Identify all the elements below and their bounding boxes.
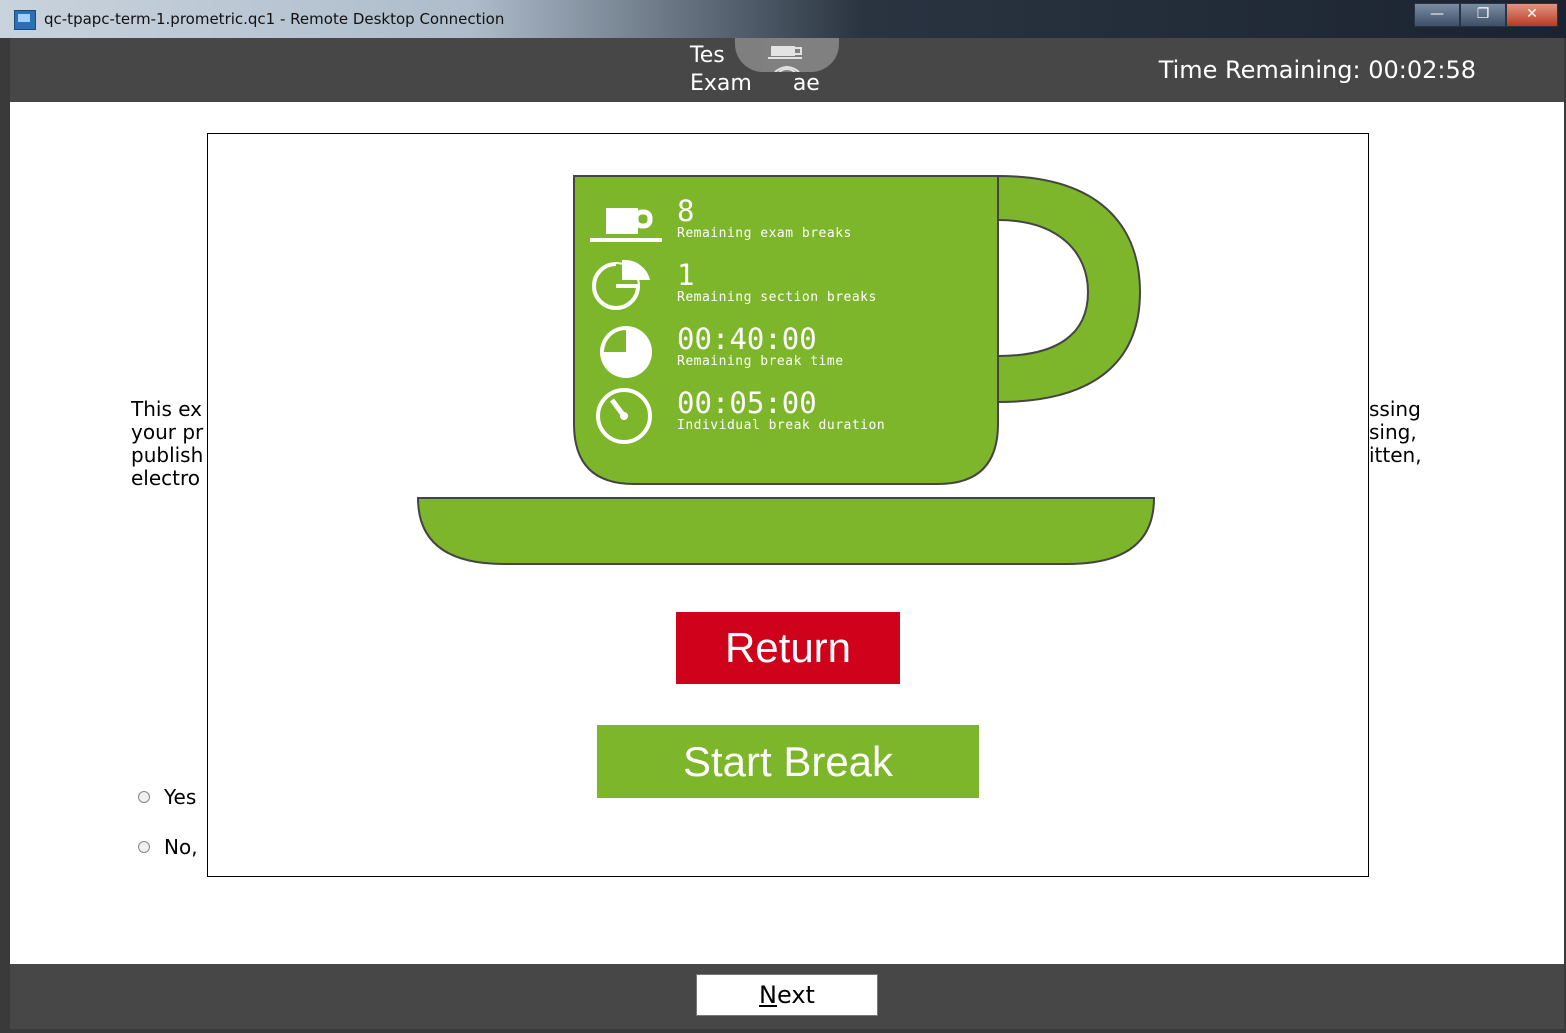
start-break-button[interactable]: Start Break xyxy=(597,725,979,798)
stat-section-breaks: 1 Remaining section breaks xyxy=(677,260,877,306)
question-text-left: This ex your pr publish electro xyxy=(131,398,203,490)
stat-individual-break-duration: 00:05:00 Individual break duration xyxy=(677,388,885,434)
question-line: electro xyxy=(131,466,201,490)
question-line: itten, xyxy=(1369,443,1422,467)
option-yes[interactable]: Yes xyxy=(138,785,196,809)
exam-title-line2-text: Exam xyxy=(690,71,759,96)
pie-chart-icon xyxy=(592,259,650,310)
exam-footer: Next xyxy=(10,964,1564,1029)
window-titlebar[interactable]: qc-tpapc-term-1.prometric.qc1 - Remote D… xyxy=(0,0,1566,38)
question-line: ssing xyxy=(1369,397,1421,421)
question-line: This ex xyxy=(131,397,203,421)
rdp-connection-tab[interactable] xyxy=(735,38,839,72)
stat-label: Remaining break time xyxy=(677,354,844,369)
stat-value: 00:40:00 xyxy=(677,322,817,356)
radio-button[interactable] xyxy=(138,791,150,803)
cup-icon xyxy=(768,46,802,72)
stat-value: 00:05:00 xyxy=(677,386,817,420)
stat-exam-breaks: 8 Remaining exam breaks xyxy=(677,196,852,242)
question-line: publish xyxy=(131,443,204,467)
window-controls: — ❐ ✕ xyxy=(1414,3,1558,27)
stat-value: 1 xyxy=(677,258,695,292)
maximize-button[interactable]: ❐ xyxy=(1460,3,1506,27)
cup-icon xyxy=(590,208,662,242)
stat-value: 8 xyxy=(677,194,695,228)
stat-remaining-break-time: 00:40:00 Remaining break time xyxy=(677,324,844,370)
stat-label: Remaining exam breaks xyxy=(677,226,852,241)
close-button[interactable]: ✕ xyxy=(1506,3,1558,27)
stat-label: Remaining section breaks xyxy=(677,290,877,305)
radio-button[interactable] xyxy=(138,841,150,853)
exam-title-line2: Exam ae xyxy=(690,70,820,98)
option-label: No, xyxy=(164,835,198,859)
next-button[interactable]: Next xyxy=(696,974,878,1016)
stopwatch-icon xyxy=(596,388,652,444)
remote-desktop-window: qc-tpapc-term-1.prometric.qc1 - Remote D… xyxy=(0,0,1566,1033)
question-text-right: ssing sing, itten, xyxy=(1369,398,1422,467)
option-label: Yes xyxy=(164,785,197,809)
time-remaining: Time Remaining: 00:02:58 xyxy=(1158,56,1476,84)
exam-title-line2-suffix: ae xyxy=(792,71,820,96)
stat-label: Individual break duration xyxy=(677,418,886,433)
next-label: ext xyxy=(776,981,815,1009)
clock-icon xyxy=(600,326,652,378)
window-title: qc-tpapc-term-1.prometric.qc1 - Remote D… xyxy=(44,10,505,28)
return-button[interactable]: Return xyxy=(676,612,900,684)
remote-desktop-icon xyxy=(14,10,36,30)
minimize-button[interactable]: — xyxy=(1414,3,1460,27)
option-no[interactable]: No, xyxy=(138,835,198,859)
next-label-mnemonic: N xyxy=(759,981,777,1009)
break-dialog: 8 Remaining exam breaks 1 Remaining sect… xyxy=(207,133,1369,877)
question-line: sing, xyxy=(1369,420,1417,444)
question-line: your pr xyxy=(131,420,204,444)
